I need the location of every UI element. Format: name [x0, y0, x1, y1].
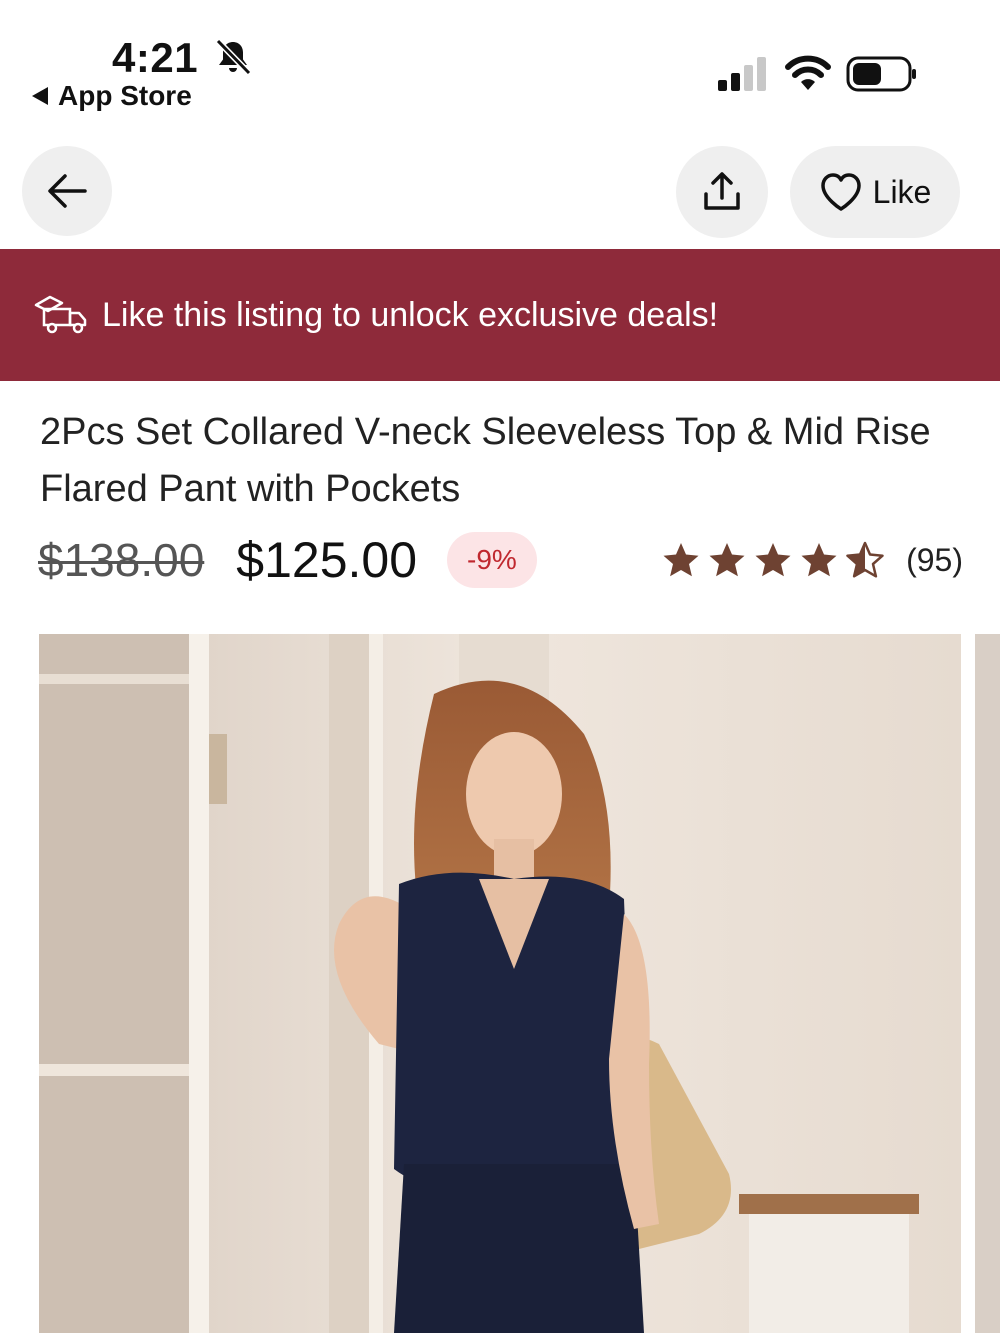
share-button[interactable] [676, 146, 768, 238]
product-photo-illustration [39, 634, 961, 1333]
price-row: $138.00 $125.00 -9% (95) [38, 528, 963, 592]
discount-badge: -9% [447, 532, 537, 588]
half-star-icon [846, 541, 884, 578]
back-button[interactable] [22, 146, 112, 236]
like-button[interactable]: Like [790, 146, 960, 238]
star-icon [801, 543, 837, 577]
heart-icon [820, 173, 861, 211]
rating-stars[interactable]: (95) [662, 541, 963, 579]
back-app-label: App Store [58, 80, 192, 111]
wifi-icon [785, 55, 831, 90]
delivery-truck-icon [34, 295, 87, 334]
sale-price: $125.00 [236, 532, 418, 588]
status-time: 4:21 [112, 34, 199, 81]
battery-icon [846, 56, 916, 92]
original-price: $138.00 [38, 534, 205, 586]
star-icon [755, 543, 791, 577]
star-icon [663, 543, 699, 577]
bell-slash-icon [215, 38, 252, 76]
like-deals-banner[interactable]: Like this listing to unlock exclusive de… [0, 249, 1000, 381]
review-count: (95) [906, 541, 963, 578]
banner-text: Like this listing to unlock exclusive de… [102, 295, 719, 334]
status-bar: 4:21 App Store [0, 0, 1000, 130]
product-image[interactable] [39, 634, 961, 1333]
share-icon [704, 172, 740, 210]
star-icon [709, 543, 745, 577]
next-product-image-peek[interactable] [975, 634, 1000, 1333]
back-triangle-icon [32, 87, 48, 105]
arrow-left-icon [48, 174, 87, 208]
cellular-signal-icon [718, 57, 766, 91]
product-title: 2Pcs Set Collared V-neck Sleeveless Top … [40, 411, 931, 510]
back-to-app-store[interactable]: App Store [32, 80, 192, 112]
like-label: Like [872, 173, 932, 210]
